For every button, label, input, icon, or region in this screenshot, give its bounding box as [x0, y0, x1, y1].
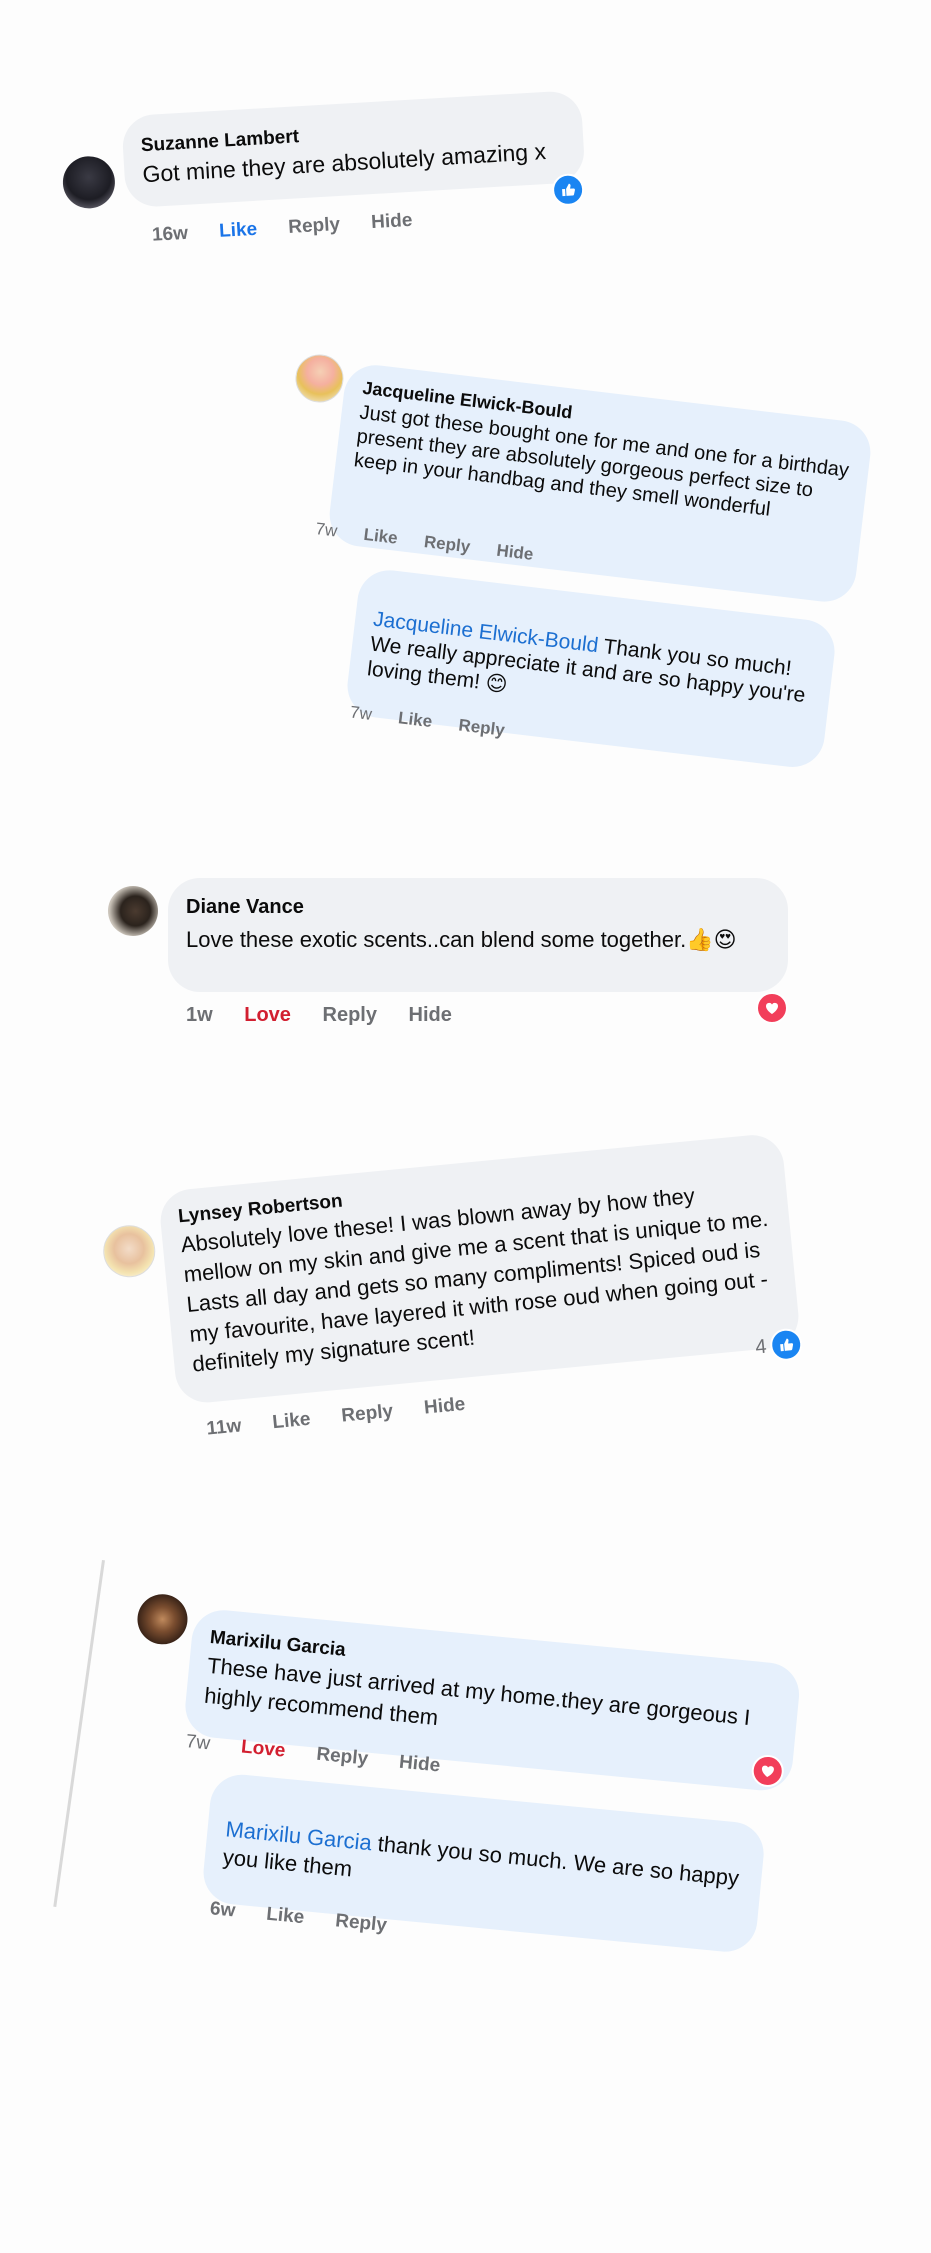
love-reaction-icon	[756, 992, 788, 1024]
avatar[interactable]	[292, 351, 347, 406]
comment-bubble: Suzanne Lambert Got mine they are absolu…	[121, 89, 586, 209]
hide-button[interactable]: Hide	[423, 1394, 466, 1420]
reply-button[interactable]: Reply	[340, 1401, 394, 1428]
like-button[interactable]: Like	[219, 219, 258, 243]
avatar[interactable]	[100, 1222, 158, 1280]
reply-button[interactable]: Reply	[315, 1744, 369, 1771]
comment-jacqueline: Jacqueline Elwick-Bould Just got these b…	[250, 351, 876, 842]
like-button[interactable]: Like	[265, 1904, 305, 1930]
thread-line	[53, 1560, 105, 1908]
like-button[interactable]: Like	[363, 525, 399, 549]
comment-marixilu: Marixilu Garcia These have just arrived …	[104, 1592, 817, 2035]
comment-text: Love these exotic scents..can blend some…	[186, 927, 737, 952]
hide-button[interactable]: Hide	[371, 210, 413, 234]
hide-button[interactable]: Hide	[495, 541, 535, 565]
comment-actions: 1w Love Reply Hide	[186, 1004, 452, 1027]
comment-time[interactable]: 11w	[206, 1415, 243, 1440]
comment-bubble: Diane Vance Love these exotic scents..ca…	[168, 878, 788, 992]
reaction-summary[interactable]: 4	[754, 1327, 804, 1363]
comment-suzanne: Suzanne Lambert Got mine they are absolu…	[58, 66, 627, 268]
love-reaction-icon	[750, 1753, 786, 1789]
reaction-summary[interactable]	[750, 1753, 786, 1789]
love-button[interactable]: Love	[244, 1004, 291, 1027]
like-button[interactable]: Like	[397, 708, 433, 732]
comment-actions: 11w Like Reply Hide	[206, 1394, 467, 1441]
love-button[interactable]: Love	[240, 1736, 286, 1762]
reply-bubble: Jacqueline Elwick-Bould Thank you so muc…	[343, 566, 839, 771]
comment-time[interactable]: 1w	[186, 1004, 213, 1027]
comment-bubble: Lynsey Robertson Absolutely love these! …	[157, 1132, 802, 1406]
like-reaction-icon	[551, 172, 586, 207]
avatar[interactable]	[61, 154, 117, 210]
reaction-summary[interactable]	[756, 992, 788, 1024]
reaction-summary[interactable]	[551, 172, 586, 207]
reaction-count: 4	[754, 1335, 768, 1359]
comment-time[interactable]: 16w	[151, 223, 188, 247]
reply-button[interactable]: Reply	[457, 715, 506, 740]
reply-text: Marixilu Garcia thank you so much. We ar…	[222, 1815, 745, 1921]
hide-button[interactable]: Hide	[398, 1752, 441, 1778]
comment-bubble: Jacqueline Elwick-Bould Just got these b…	[326, 361, 874, 606]
comment-diane: Diane Vance Love these exotic scents..ca…	[108, 878, 808, 1038]
reply-time[interactable]: 7w	[349, 703, 373, 725]
comment-actions: 16w Like Reply Hide	[151, 210, 413, 247]
reply-time[interactable]: 6w	[209, 1898, 236, 1922]
reply-button[interactable]: Reply	[323, 1004, 377, 1027]
reply-button[interactable]: Reply	[334, 1910, 388, 1937]
comment-author[interactable]: Diane Vance	[186, 896, 770, 919]
avatar[interactable]	[135, 1592, 190, 1647]
hide-button[interactable]: Hide	[409, 1004, 452, 1027]
comment-lynsey: Lynsey Robertson Absolutely love these! …	[98, 1131, 819, 1447]
comment-time[interactable]: 7w	[185, 1731, 211, 1755]
avatar[interactable]	[108, 886, 158, 936]
reply-button[interactable]: Reply	[288, 214, 341, 239]
like-reaction-icon	[768, 1327, 804, 1363]
comment-bubble: Marixilu Garcia These have just arrived …	[182, 1607, 802, 1794]
comment-time[interactable]: 7w	[314, 519, 339, 541]
like-button[interactable]: Like	[272, 1409, 312, 1435]
